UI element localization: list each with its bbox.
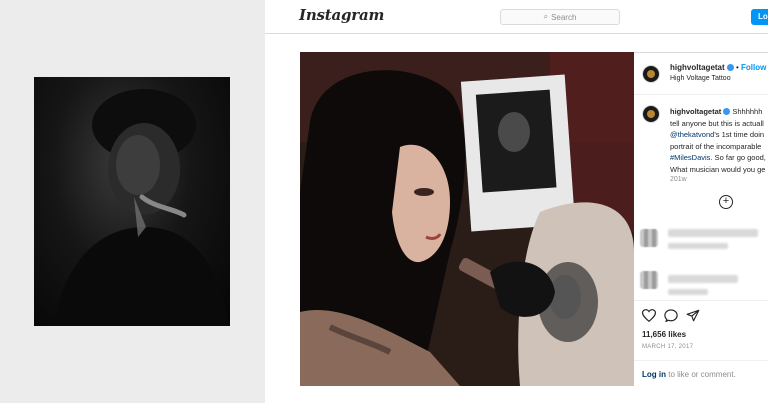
caption-line-4: portrait of the incomparable <box>670 141 762 151</box>
blurred-comment-text <box>668 289 708 295</box>
caption-time-ago[interactable]: 201w <box>670 176 687 183</box>
separator-dot: • <box>736 63 739 72</box>
account-subtitle: High Voltage Tattoo <box>670 75 731 82</box>
login-link[interactable]: Log in <box>642 370 666 379</box>
verified-badge-icon <box>726 64 734 71</box>
post-header: highvoltagetat • Follow High Voltage Tat… <box>634 53 768 95</box>
follow-button[interactable]: Follow <box>741 63 766 72</box>
login-button[interactable]: Log <box>751 9 768 25</box>
caption-line-1: Shhhhhh <box>732 107 763 116</box>
caption-line-2: tell anyone but this is actuall <box>670 118 764 128</box>
blurred-comment-avatar <box>640 229 658 247</box>
caption-mention-link[interactable]: @thekatvond <box>670 130 714 139</box>
blurred-comment-avatar <box>640 271 658 289</box>
reference-panel <box>0 0 265 403</box>
blurred-comment-text <box>668 275 738 283</box>
caption-line-3: 's 1st time doin <box>714 130 765 139</box>
instagram-logo[interactable]: Instagram <box>299 6 384 24</box>
login-prompt-text: to like or comment. <box>666 370 736 379</box>
post-photo[interactable] <box>300 52 634 386</box>
top-navigation-bar: Instagram ⌕ Search Log <box>265 0 768 34</box>
verified-badge-icon <box>723 108 731 115</box>
post-username[interactable]: highvoltagetat <box>670 63 734 72</box>
blurred-comment-text <box>668 229 758 237</box>
likes-count[interactable]: 11,656 likes <box>642 330 686 339</box>
post-caption: highvoltagetat Shhhhhh tell anyone but t… <box>670 106 768 175</box>
caption-line-5: . So far go good, <box>710 153 766 162</box>
comment-icon[interactable] <box>664 309 678 327</box>
heart-icon[interactable] <box>641 309 657 327</box>
caption-hashtag-link[interactable]: #MilesDavis <box>670 153 710 162</box>
search-icon: ⌕ <box>543 12 549 21</box>
login-prompt: Log in to like or comment. <box>634 360 768 388</box>
reference-portrait-photo <box>34 77 230 326</box>
post-actions: 11,656 likes MARCH 17, 2017 Log in to li… <box>634 300 768 387</box>
search-input[interactable]: ⌕ Search <box>500 9 620 25</box>
post-details-panel: highvoltagetat • Follow High Voltage Tat… <box>634 52 768 386</box>
caption-avatar[interactable] <box>642 105 660 123</box>
plus-circle-icon[interactable]: + <box>719 195 733 209</box>
search-placeholder: Search <box>551 12 577 22</box>
share-icon[interactable] <box>686 309 700 327</box>
post-username-text: highvoltagetat <box>670 63 725 72</box>
avatar[interactable] <box>642 65 660 83</box>
caption-line-6: What musician would you ge <box>670 164 766 174</box>
blurred-comment-text <box>668 243 728 249</box>
post-date: MARCH 17, 2017 <box>642 344 694 350</box>
caption-username[interactable]: highvoltagetat <box>670 107 721 116</box>
screen: Instagram ⌕ Search Log <box>0 0 768 403</box>
